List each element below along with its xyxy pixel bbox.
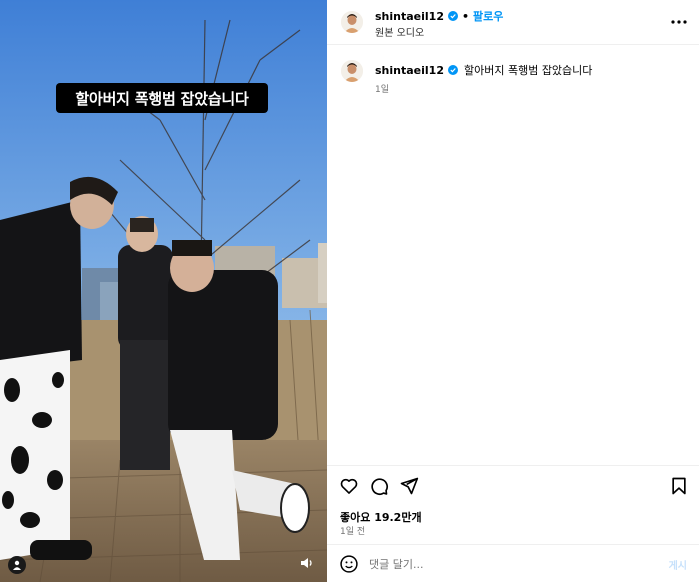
follow-button[interactable]: 팔로우 <box>473 8 503 24</box>
comment-username[interactable]: shintaeil12 <box>375 64 444 77</box>
comment-bar: 게시 <box>327 544 699 582</box>
user-icon <box>13 560 21 570</box>
post-media[interactable]: 할아버지 폭행범 잡았습니다 <box>0 0 327 582</box>
original-audio-link[interactable]: 원본 오디오 <box>375 24 424 39</box>
like-count[interactable]: 좋아요 19.2만개 <box>340 509 422 525</box>
avatar-image <box>341 60 363 82</box>
comment-input[interactable] <box>369 553 629 575</box>
tagged-users-button[interactable] <box>8 556 26 574</box>
share-icon[interactable] <box>399 476 419 496</box>
caption-text-row: shintaeil12 할아버지 폭행범 잡았습니다 <box>375 62 592 78</box>
emoji-icon[interactable] <box>339 554 359 574</box>
comment-age: 1일 <box>375 85 390 95</box>
post-author-row: shintaeil12 • 팔로우 <box>375 8 503 24</box>
avatar[interactable] <box>341 11 363 33</box>
post-panel: shintaeil12 • 팔로우 원본 오디오 shintaeil12 할아버… <box>327 0 699 582</box>
post-timestamp[interactable]: 1일 전 <box>340 524 365 537</box>
more-options-button[interactable] <box>671 14 687 30</box>
comment-text: 할아버지 폭행범 잡았습니다 <box>463 64 593 77</box>
post-actions: 좋아요 19.2만개 1일 전 게시 <box>327 465 699 582</box>
audio-toggle-button[interactable] <box>298 554 316 572</box>
more-icon <box>671 20 687 24</box>
dot-separator: • <box>461 9 470 23</box>
bookmark-icon[interactable] <box>669 476 689 496</box>
post-comment-button[interactable]: 게시 <box>669 557 687 572</box>
avatar[interactable] <box>341 60 363 82</box>
verified-icon <box>447 65 458 75</box>
post-author-username[interactable]: shintaeil12 <box>375 10 444 23</box>
heart-icon[interactable] <box>339 476 359 496</box>
comment-icon[interactable] <box>369 476 389 496</box>
verified-icon <box>447 11 458 21</box>
avatar-image <box>341 11 363 33</box>
post-header: shintaeil12 • 팔로우 원본 오디오 <box>327 0 699 45</box>
video-caption: 할아버지 폭행범 잡았습니다 <box>56 83 268 113</box>
audio-icon <box>301 558 312 568</box>
